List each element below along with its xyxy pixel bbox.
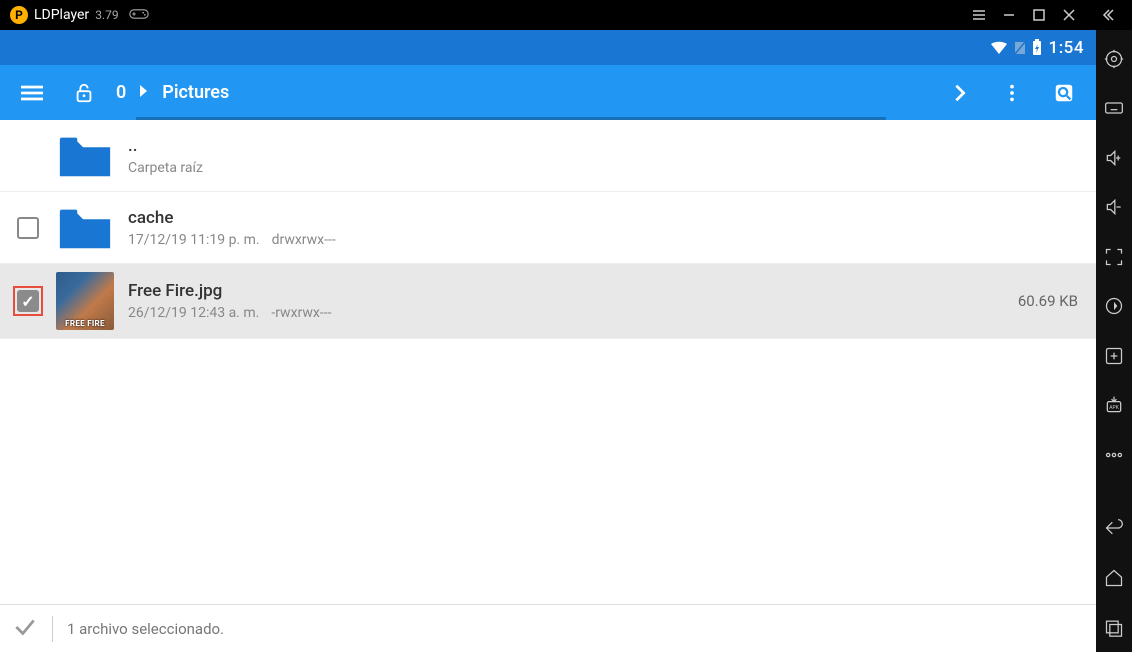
file-date: 26/12/19 12:43 a. m. (128, 305, 259, 321)
file-name: .. (128, 136, 1082, 156)
file-manager-toolbar: 0 Pictures (0, 65, 1096, 120)
wifi-icon (989, 40, 1009, 56)
file-date: 17/12/19 11:19 p. m. (128, 232, 260, 248)
status-icons (989, 39, 1043, 57)
sync-icon[interactable] (1096, 294, 1132, 320)
app-name: LDPlayer (34, 7, 89, 23)
breadcrumb[interactable]: 0 Pictures (116, 82, 229, 103)
forward-icon[interactable] (940, 73, 980, 113)
close-button[interactable] (1054, 0, 1084, 30)
add-window-icon[interactable] (1096, 343, 1132, 369)
ldplayer-logo: P (10, 6, 28, 24)
file-meta: 17/12/19 11:19 p. m. drwxrwx--- (128, 232, 1082, 248)
file-subtitle: Carpeta raíz (128, 160, 1082, 176)
search-icon[interactable] (1044, 73, 1084, 113)
status-time: 1:54 (1049, 38, 1084, 58)
emulator-sidebar: APK (1096, 30, 1132, 652)
back-icon[interactable] (1096, 516, 1132, 542)
breadcrumb-folder-name: Pictures (162, 82, 229, 103)
main-area: 1:54 0 Pictures (0, 30, 1132, 652)
android-screen: 1:54 0 Pictures (0, 30, 1096, 652)
chevron-right-icon (138, 82, 150, 103)
file-name: cache (128, 208, 1082, 228)
file-name: Free Fire.jpg (128, 281, 1004, 301)
more-icon[interactable] (1096, 442, 1132, 468)
file-row-freefire[interactable]: FREE FIRE Free Fire.jpg 26/12/19 12:43 a… (0, 264, 1096, 339)
file-row-parent[interactable]: .. Carpeta raíz (0, 120, 1096, 192)
recents-icon[interactable] (1096, 615, 1132, 641)
folder-icon (56, 203, 114, 253)
divider (52, 616, 53, 642)
hamburger-menu-icon[interactable] (12, 73, 52, 113)
lock-open-icon[interactable] (64, 73, 104, 113)
folder-icon (56, 131, 114, 181)
file-list: .. Carpeta raíz cache 17/12/19 11:19 p. … (0, 120, 1096, 604)
selection-count-text: 1 archivo seleccionado. (67, 620, 224, 638)
toolbar-underline (136, 117, 886, 120)
android-status-bar: 1:54 (0, 30, 1096, 65)
app-version: 3.79 (95, 8, 118, 22)
minimize-button[interactable] (994, 0, 1024, 30)
overflow-menu-icon[interactable] (992, 73, 1032, 113)
apk-install-icon[interactable]: APK (1096, 393, 1132, 419)
file-info: .. Carpeta raíz (128, 136, 1082, 176)
breadcrumb-root-count: 0 (116, 82, 126, 103)
fullscreen-icon[interactable] (1096, 244, 1132, 270)
menu-lines-icon[interactable] (964, 0, 994, 30)
titlebar-left: P LDPlayer 3.79 (10, 6, 964, 25)
titlebar-controls (964, 0, 1122, 30)
settings-gear-icon[interactable] (1096, 46, 1132, 72)
file-meta: 26/12/19 12:43 a. m. -rwxrwx--- (128, 305, 1004, 321)
file-permissions: -rwxrwx--- (271, 305, 331, 321)
check-icon[interactable] (12, 614, 38, 644)
file-checkbox[interactable] (17, 290, 39, 312)
file-checkbox[interactable] (17, 217, 39, 239)
file-info: Free Fire.jpg 26/12/19 12:43 a. m. -rwxr… (128, 281, 1004, 321)
gamepad-icon (129, 6, 149, 25)
selection-highlight (13, 286, 43, 316)
collapse-sidebar-icon[interactable] (1092, 0, 1122, 30)
file-size: 60.69 KB (1018, 292, 1082, 310)
home-icon[interactable] (1096, 565, 1132, 591)
file-permissions: drwxrwx--- (272, 232, 336, 248)
image-thumbnail: FREE FIRE (56, 272, 114, 330)
battery-charging-icon (1031, 39, 1043, 57)
selection-status-bar: 1 archivo seleccionado. (0, 604, 1096, 652)
file-row-cache[interactable]: cache 17/12/19 11:19 p. m. drwxrwx--- (0, 192, 1096, 264)
sim-icon (1013, 40, 1027, 56)
window-titlebar: P LDPlayer 3.79 (0, 0, 1132, 30)
thumb-caption: FREE FIRE (56, 319, 114, 328)
keyboard-icon[interactable] (1096, 96, 1132, 122)
file-info: cache 17/12/19 11:19 p. m. drwxrwx--- (128, 208, 1082, 248)
maximize-button[interactable] (1024, 0, 1054, 30)
svg-text:APK: APK (1109, 405, 1119, 411)
volume-down-icon[interactable] (1096, 195, 1132, 221)
volume-up-icon[interactable] (1096, 145, 1132, 171)
